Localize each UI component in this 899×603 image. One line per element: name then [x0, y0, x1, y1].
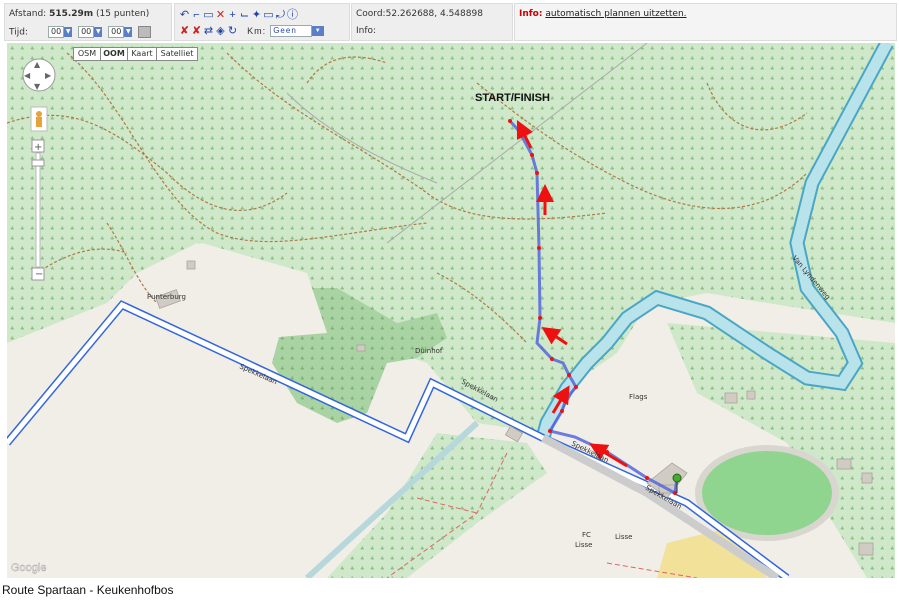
- distance-panel: Afstand: 515.29m (15 punten) Tijd: 00 ▼ 0…: [4, 3, 172, 41]
- time-hours-select[interactable]: 00: [48, 26, 65, 38]
- notice-panel: Info: automatisch plannen uitzetten.: [514, 3, 897, 41]
- chevron-down-icon[interactable]: ▼: [312, 26, 325, 37]
- pegman-icon[interactable]: [30, 106, 48, 132]
- coord-panel: Coord:52.262688, 4.548898 Info:: [351, 3, 513, 41]
- lisse-label: Lisse: [575, 541, 592, 549]
- punterburg-label: Punterburg: [147, 293, 186, 301]
- notice-label: Info:: [519, 9, 543, 19]
- chevron-down-icon[interactable]: ▼: [124, 27, 133, 37]
- distance-label: Afstand:: [9, 9, 47, 19]
- zoom-in-icon: +: [34, 142, 42, 153]
- figure-caption: Route Spartaan - Keukenhofbos: [2, 583, 174, 597]
- line-tool-icon[interactable]: ⌐: [191, 9, 203, 21]
- loop-icon[interactable]: ↻: [227, 24, 239, 37]
- coord-value: 52.262688, 4.548898: [385, 9, 483, 19]
- map-type-kaart[interactable]: Kaart: [127, 47, 157, 61]
- map-view[interactable]: ♣ ♣: [7, 43, 895, 578]
- add-point-icon[interactable]: +: [227, 9, 239, 21]
- start-marker-icon[interactable]: [672, 473, 682, 483]
- pan-right-icon: ▶: [45, 71, 52, 80]
- remove-segment-icon[interactable]: ✘: [191, 24, 203, 37]
- time-minutes-select[interactable]: 00: [78, 26, 95, 38]
- chevron-down-icon[interactable]: ▼: [64, 27, 73, 37]
- time-label: Tijd:: [9, 27, 28, 38]
- start-finish-label: START/FINISH: [475, 92, 550, 104]
- zoom-out-icon: −: [35, 269, 43, 280]
- zoom-slider-handle: [31, 159, 45, 167]
- km-select[interactable]: Geen: [270, 25, 313, 38]
- sports-field: [702, 451, 832, 535]
- delete-point-icon[interactable]: ✕: [215, 8, 227, 21]
- coord-label: Coord:: [356, 9, 386, 19]
- chevron-down-icon[interactable]: ▼: [94, 27, 103, 37]
- km-label: Km:: [247, 26, 267, 36]
- pan-down-icon: ▼: [34, 82, 41, 91]
- distance-points: (15 punten): [96, 9, 150, 19]
- undo-icon[interactable]: ↶: [179, 8, 191, 21]
- info-label: Info:: [356, 26, 377, 36]
- clear-route-icon[interactable]: ✘: [179, 24, 191, 37]
- reverse-icon[interactable]: ⇄: [203, 24, 215, 37]
- map-type-oom[interactable]: OOM: [100, 47, 128, 61]
- map-type-osm[interactable]: OSM: [73, 47, 101, 61]
- time-seconds-select[interactable]: 00: [108, 26, 125, 38]
- fc-label: FC: [582, 531, 591, 539]
- route-toolbar: Afstand: 515.29m (15 punten) Tijd: 00 ▼ 0…: [0, 0, 899, 42]
- map-canvas[interactable]: ♣ ♣: [7, 43, 895, 578]
- google-logo: Google: [11, 562, 46, 574]
- flags-label: Flags: [629, 393, 648, 401]
- map-type-satelliet[interactable]: Satelliet: [156, 47, 198, 61]
- label-tool-icon[interactable]: ▭: [263, 8, 275, 21]
- pan-up-icon: ▲: [34, 60, 41, 69]
- info-icon[interactable]: ⓘ: [287, 6, 299, 22]
- distance-value: 515.29m: [49, 9, 94, 19]
- curve-tool-icon[interactable]: ⌙: [239, 8, 251, 21]
- lisse-label-2: Lisse: [615, 533, 632, 541]
- shield-icon[interactable]: ◈: [215, 24, 227, 37]
- duinhof-label: Duinhof: [415, 347, 443, 355]
- tools-panel: ↶ ⌐ ▭✕ + ⌙ ✦▭⤾ⓘ ✘ ✘ ⇄ ◈ ↻ Km: Geen ▼: [174, 3, 350, 41]
- rotate-tool-icon[interactable]: ⤾: [275, 9, 287, 22]
- auto-plan-off-link[interactable]: automatisch plannen uitzetten.: [545, 9, 686, 19]
- draw-tool-icon[interactable]: ▭: [203, 8, 215, 21]
- calculator-icon[interactable]: [138, 26, 152, 38]
- pan-left-icon: ◀: [24, 71, 31, 80]
- pan-control[interactable]: ▲ ▼ ◀ ▶: [22, 58, 56, 92]
- star-tool-icon[interactable]: ✦: [251, 8, 263, 21]
